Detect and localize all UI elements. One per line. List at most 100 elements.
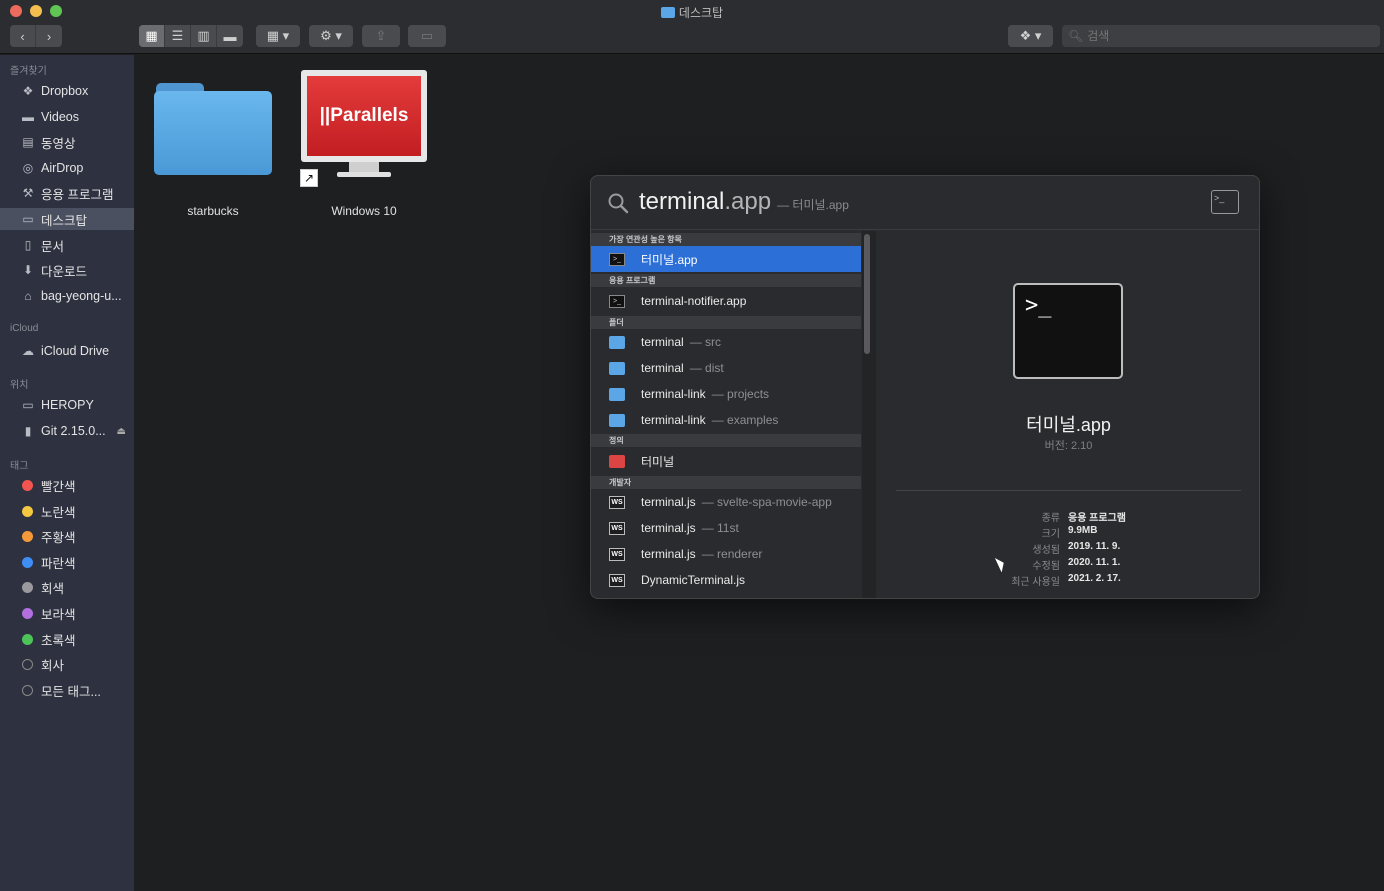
list-view-button[interactable]: ☰ bbox=[165, 25, 191, 47]
share-button[interactable]: ⇪ bbox=[362, 25, 400, 47]
column-view-button[interactable]: ▥ bbox=[191, 25, 217, 47]
sidebar-item-label: 다운로드 bbox=[41, 264, 88, 279]
sidebar-item-label: Dropbox bbox=[41, 84, 89, 98]
result-item-folder[interactable]: terminal-link — projects bbox=[591, 381, 861, 407]
search-field[interactable]: 🔍︎ bbox=[1062, 25, 1380, 47]
toolbar: 데스크탑 ‹ › ▦ ☰ ▥ ▬ ▦ ▾ ⚙ ▾ ⇪ ▭ ❖ ▾ 🔍︎ bbox=[0, 0, 1384, 54]
computer-icon: ▭ bbox=[22, 398, 34, 412]
category-header: 개발자 bbox=[591, 476, 861, 489]
meta-key: 종류 bbox=[1041, 513, 1060, 524]
sidebar-item-label: 파란색 bbox=[41, 556, 76, 571]
spotlight-results-list: 가장 연관성 높은 항목 >_ 터미널.app 응용 프로그램 >_ termina… bbox=[591, 231, 861, 598]
result-item-js-file[interactable]: WS terminal.js — 11st bbox=[591, 515, 861, 541]
gear-icon: ⚙ ▾ bbox=[320, 28, 342, 43]
sidebar-tag-yellow[interactable]: 노란색 bbox=[0, 500, 134, 522]
spotlight-query-input[interactable]: terminal.app — 터미널.app bbox=[639, 188, 849, 216]
terminal-icon: >_ bbox=[609, 294, 625, 308]
sidebar-item-label: bag-yeong-u... bbox=[41, 289, 122, 303]
category-header: 정의 bbox=[591, 434, 861, 447]
sidebar-item-label: 응용 프로그램 bbox=[41, 187, 114, 202]
forward-button[interactable]: › bbox=[36, 25, 62, 47]
folder-starbucks-label[interactable]: starbucks bbox=[154, 204, 272, 218]
dropbox-button[interactable]: ❖ ▾ bbox=[1008, 25, 1053, 47]
preview-meta-modified: 수정됨 2020. 11. 1. bbox=[876, 557, 1259, 573]
icon-view-button[interactable]: ▦ bbox=[139, 25, 165, 47]
sidebar-item-downloads[interactable]: ⬇ 다운로드 bbox=[0, 259, 134, 281]
sidebar-item-label: Git 2.15.0... bbox=[41, 424, 106, 438]
preview-meta-kind: 종류 응용 프로그램 bbox=[876, 509, 1259, 525]
sidebar-tag-orange[interactable]: 주황색 bbox=[0, 525, 134, 547]
result-name: terminal-notifier.app bbox=[641, 294, 747, 308]
result-item-definition[interactable]: 터미널 bbox=[591, 448, 861, 474]
gallery-view-button[interactable]: ▬ bbox=[217, 25, 243, 47]
result-item-js-file[interactable]: WS terminal.js — svelte-spa-movie-app bbox=[591, 489, 861, 515]
sidebar-item-label: 회색 bbox=[41, 581, 65, 596]
results-scrollbar-thumb[interactable] bbox=[864, 234, 870, 354]
sidebar-item-airdrop[interactable]: ◎ AirDrop bbox=[0, 157, 134, 179]
category-header: 폴더 bbox=[591, 316, 861, 329]
result-sub: — svelte-spa-movie-app bbox=[701, 495, 832, 509]
search-input[interactable] bbox=[1087, 29, 1368, 43]
webstorm-file-icon: WS bbox=[609, 547, 625, 561]
sidebar-tag-blue[interactable]: 파란색 bbox=[0, 551, 134, 573]
sidebar-tag-purple[interactable]: 보라색 bbox=[0, 602, 134, 624]
query-hint: — 터미널.app bbox=[777, 198, 849, 212]
sidebar-tag-all[interactable]: 모든 태그... bbox=[0, 679, 134, 701]
sidebar-item-applications[interactable]: ⚒ 응용 프로그램 bbox=[0, 182, 134, 204]
result-item-folder[interactable]: terminal-link — examples bbox=[591, 407, 861, 433]
folder-icon bbox=[660, 7, 675, 18]
eject-icon[interactable]: ⏏ bbox=[117, 426, 126, 437]
sidebar-item-label: 문서 bbox=[41, 239, 65, 254]
query-completion: .app bbox=[724, 188, 772, 215]
sidebar-item-git-disk[interactable]: ▮ Git 2.15.0... ⏏ bbox=[0, 420, 134, 442]
folder-icon: ▬ bbox=[22, 110, 34, 124]
folder-starbucks[interactable] bbox=[154, 81, 272, 175]
sidebar-tag-company[interactable]: 회사 bbox=[0, 653, 134, 675]
windows10-label[interactable]: Windows 10 bbox=[304, 204, 424, 218]
folder-icon bbox=[609, 413, 625, 427]
sidebar-item-documents[interactable]: ▯ 문서 bbox=[0, 234, 134, 256]
sidebar-item-videos[interactable]: ▬ Videos bbox=[0, 106, 134, 128]
sidebar-item-dropbox[interactable]: ❖ Dropbox bbox=[0, 80, 134, 102]
group-button[interactable]: ▦ ▾ bbox=[256, 25, 300, 47]
sidebar-item-label: HEROPY bbox=[41, 398, 94, 412]
grid-icon: ▦ ▾ bbox=[266, 28, 290, 43]
sidebar-item-desktop[interactable]: ▭ 데스크탑 bbox=[0, 208, 134, 230]
preview-version: 버전: 2.10 bbox=[1044, 440, 1093, 452]
result-item-terminal-notifier[interactable]: >_ terminal-notifier.app bbox=[591, 288, 861, 314]
divider bbox=[896, 490, 1241, 491]
sidebar-tag-gray[interactable]: 회색 bbox=[0, 576, 134, 598]
view-mode-selector: ▦ ☰ ▥ ▬ bbox=[139, 25, 243, 47]
apps-icon: ⚒ bbox=[22, 186, 34, 200]
back-button[interactable]: ‹ bbox=[10, 25, 36, 47]
result-item-js-file[interactable]: WS terminal.js — renderer bbox=[591, 541, 861, 567]
result-sub: — examples bbox=[711, 413, 779, 427]
result-item-js-file[interactable]: WS DynamicTerminal.js bbox=[591, 567, 861, 593]
sidebar-tag-green[interactable]: 초록색 bbox=[0, 628, 134, 650]
folder-icon bbox=[609, 387, 625, 401]
action-button[interactable]: ⚙ ▾ bbox=[309, 25, 353, 47]
parallels-windows-alias[interactable]: ||Parallels bbox=[301, 70, 427, 180]
sidebar-item-label: iCloud Drive bbox=[41, 344, 110, 358]
sidebar-item-icloud-drive[interactable]: ☁ iCloud Drive bbox=[0, 340, 134, 362]
tags-button[interactable]: ▭ bbox=[408, 25, 446, 47]
disk-icon: ▮ bbox=[24, 424, 32, 438]
result-item-folder[interactable]: terminal — dist bbox=[591, 355, 861, 381]
sidebar-item-heropy[interactable]: ▭ HEROPY bbox=[0, 394, 134, 416]
terminal-app-icon[interactable]: >_ bbox=[1013, 283, 1123, 379]
share-icon: ⇪ bbox=[375, 28, 387, 43]
sidebar-tag-red[interactable]: 빨간색 bbox=[0, 474, 134, 496]
result-sub: — dist bbox=[689, 361, 724, 375]
meta-key: 생성됨 bbox=[1032, 545, 1060, 556]
sidebar-item-label: 노란색 bbox=[41, 505, 76, 520]
result-item-terminal-app[interactable]: >_ 터미널.app bbox=[591, 246, 861, 272]
result-name: terminal.js bbox=[641, 521, 696, 535]
result-name: terminal.js bbox=[641, 547, 696, 561]
result-item-folder[interactable]: terminal — src bbox=[591, 329, 861, 355]
sidebar-item-movies[interactable]: ▤ 동영상 bbox=[0, 131, 134, 153]
window-title: 데스크탑 bbox=[0, 4, 1384, 21]
meta-key: 수정됨 bbox=[1032, 561, 1060, 572]
finder-window: 데스크탑 ‹ › ▦ ☰ ▥ ▬ ▦ ▾ ⚙ ▾ ⇪ ▭ ❖ ▾ 🔍︎ 즐겨찾기… bbox=[0, 0, 1384, 891]
sidebar-item-home[interactable]: ⌂ bag-yeong-u... bbox=[0, 285, 134, 307]
meta-value: 2021. 2. 17. bbox=[1068, 573, 1121, 584]
